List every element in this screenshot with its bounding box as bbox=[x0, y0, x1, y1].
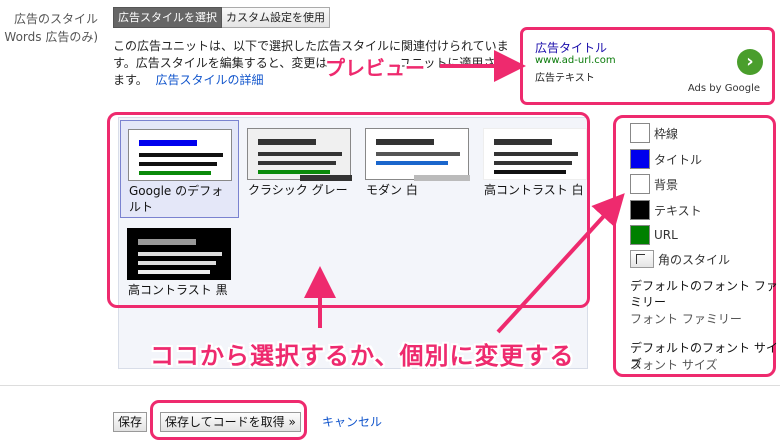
tab-custom-settings[interactable]: カスタム設定を使用 bbox=[222, 7, 330, 28]
font-family-heading: デフォルトのフォント ファミリー bbox=[630, 279, 778, 309]
ad-preview: 広告タイトル www.ad-url.com 広告テキスト › Ads by Go… bbox=[520, 27, 775, 105]
border-color-option[interactable]: 枠線 bbox=[630, 123, 678, 143]
ad-style-details-link[interactable]: 広告スタイルの詳細 bbox=[155, 73, 263, 87]
preview-ad-title: 広告タイトル bbox=[535, 41, 608, 55]
title-color-option[interactable]: タイトル bbox=[630, 149, 702, 169]
font-size-select[interactable]: フォント サイズ bbox=[630, 356, 717, 373]
tab-select-style[interactable]: 広告スタイルを選択 bbox=[113, 7, 222, 28]
preview-callout: プレビュー bbox=[325, 56, 425, 80]
text-color-option[interactable]: テキスト bbox=[630, 200, 702, 220]
url-color-swatch[interactable] bbox=[630, 225, 650, 245]
cancel-link[interactable]: キャンセル bbox=[322, 413, 382, 430]
text-color-swatch[interactable] bbox=[630, 200, 650, 220]
preview-ad-url: www.ad-url.com bbox=[535, 55, 616, 66]
style-mode-tabs: 広告スタイルを選択 カスタム設定を使用 bbox=[113, 7, 330, 28]
corner-style-icon[interactable] bbox=[630, 250, 654, 268]
save-and-get-code-button[interactable]: 保存してコードを取得 » bbox=[160, 412, 301, 432]
font-family-select[interactable]: フォント ファミリー bbox=[630, 310, 742, 327]
background-color-swatch[interactable] bbox=[630, 174, 650, 194]
ads-by-google: Ads by Google bbox=[687, 83, 760, 94]
ad-style-section-label: 広告のスタイル Words 広告のみ) bbox=[4, 12, 98, 44]
preview-ad-text: 広告テキスト bbox=[535, 73, 595, 84]
corner-style-option[interactable]: 角のスタイル bbox=[630, 249, 730, 269]
save-button[interactable]: 保存 bbox=[113, 412, 148, 432]
title-color-swatch[interactable] bbox=[630, 149, 650, 169]
style-description: この広告ユニットは、以下で選択した広告スタイルに関連付けられていま す。広告スタ… bbox=[113, 39, 509, 87]
chevron-right-icon: › bbox=[737, 49, 763, 75]
style-grid-highlight bbox=[107, 112, 590, 308]
select-or-change-callout: ココから選択するか、個別に変更する bbox=[150, 342, 575, 370]
section-divider bbox=[0, 385, 780, 386]
url-color-option[interactable]: URL bbox=[630, 225, 678, 245]
border-color-swatch[interactable] bbox=[630, 123, 650, 143]
custom-options-panel: 枠線 タイトル 背景 テキスト URL 角のスタイル デフォルトのフォント ファ… bbox=[613, 115, 778, 377]
background-color-option[interactable]: 背景 bbox=[630, 174, 678, 194]
